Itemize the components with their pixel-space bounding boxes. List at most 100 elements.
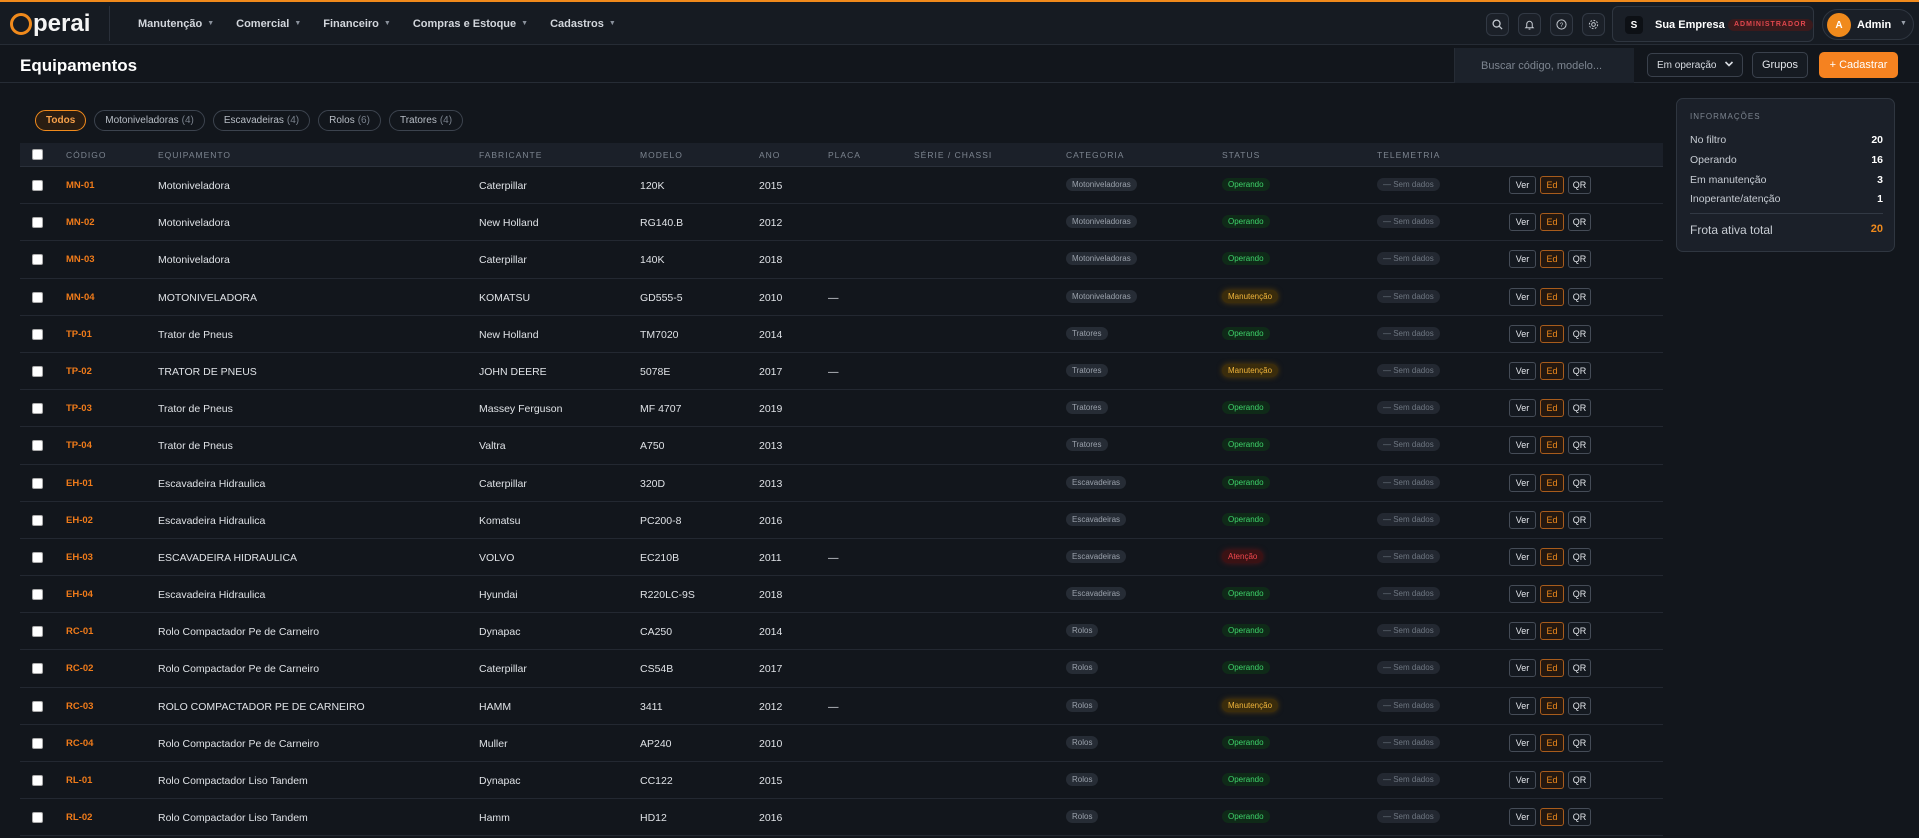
edit-button[interactable]: Ed [1540, 213, 1564, 232]
add-equipment-button[interactable]: + Cadastrar [1819, 52, 1898, 78]
row-checkbox[interactable] [32, 217, 43, 229]
qr-button[interactable]: QR [1568, 436, 1591, 455]
table-row[interactable]: RL-01 Rolo Compactador Liso Tandem Dynapac… [20, 762, 1663, 800]
qr-button[interactable]: QR [1568, 659, 1591, 678]
view-button[interactable]: Ver [1509, 176, 1536, 194]
filter-chip-escavadeiras[interactable]: Escavadeiras (4) [212, 110, 311, 131]
edit-button[interactable]: Ed [1540, 324, 1564, 343]
column-header-serie-chassi[interactable]: SÉRIE / CHASSI [914, 150, 992, 160]
column-header-placa[interactable]: PLACA [828, 150, 861, 160]
filter-chip-todos[interactable]: Todos [35, 110, 87, 131]
view-button[interactable]: Ver [1509, 771, 1536, 789]
view-button[interactable]: Ver [1509, 436, 1536, 455]
status-filter-select[interactable]: Em operação [1647, 53, 1743, 77]
table-row[interactable]: RL-02 Rolo Compactador Liso Tandem Hamm HD1… [20, 799, 1663, 837]
edit-button[interactable]: Ed [1540, 585, 1564, 604]
table-row[interactable]: TP-01 Trator de Pneus New Holland TM7020 201… [20, 316, 1663, 353]
edit-button[interactable]: Ed [1540, 399, 1564, 418]
row-checkbox[interactable] [32, 514, 43, 526]
qr-button[interactable]: QR [1568, 733, 1591, 752]
column-header-modelo[interactable]: MODELO [640, 150, 683, 160]
qr-button[interactable]: QR [1568, 473, 1591, 492]
edit-button[interactable]: Ed [1540, 808, 1564, 827]
menu-manutencao[interactable]: Manutenção ▼ [138, 18, 214, 30]
column-header-codigo[interactable]: CÓDIGO [66, 150, 106, 160]
groups-button[interactable]: Grupos [1752, 52, 1808, 78]
equipment-code[interactable]: EH-04 [66, 589, 93, 600]
filter-chip-rolos[interactable]: Rolos (6) [318, 110, 381, 131]
settings-button[interactable] [1582, 13, 1605, 36]
row-checkbox[interactable] [32, 403, 43, 415]
table-row[interactable]: MN-04 MOTONIVELADORA KOMATSU GD555-5 2010 — Mo… [20, 279, 1663, 316]
row-checkbox[interactable] [32, 626, 43, 638]
edit-button[interactable]: Ed [1540, 622, 1564, 641]
equipment-code[interactable]: MN-04 [66, 292, 95, 303]
table-row[interactable]: MN-02 Motoniveladora New Holland RG140.B 201… [20, 204, 1663, 242]
qr-button[interactable]: QR [1568, 510, 1591, 529]
view-button[interactable]: Ver [1509, 659, 1536, 678]
view-button[interactable]: Ver [1509, 696, 1536, 715]
view-button[interactable]: Ver [1509, 399, 1536, 418]
equipment-code[interactable]: TP-02 [66, 366, 92, 377]
qr-button[interactable]: QR [1568, 250, 1591, 269]
row-checkbox[interactable] [32, 440, 43, 452]
edit-button[interactable]: Ed [1540, 771, 1564, 789]
qr-button[interactable]: QR [1568, 547, 1591, 566]
row-checkbox[interactable] [32, 812, 43, 824]
view-button[interactable]: Ver [1509, 213, 1536, 232]
edit-button[interactable]: Ed [1540, 547, 1564, 566]
edit-button[interactable]: Ed [1540, 696, 1564, 715]
filter-chip-motoniveladoras[interactable]: Motoniveladoras (4) [94, 110, 205, 131]
notifications-button[interactable] [1518, 13, 1541, 36]
view-button[interactable]: Ver [1509, 361, 1536, 380]
equipment-code[interactable]: RC-04 [66, 738, 93, 749]
qr-button[interactable]: QR [1568, 771, 1591, 789]
equipment-code[interactable]: EH-03 [66, 552, 93, 563]
table-row[interactable]: TP-03 Trator de Pneus Massey Ferguson MF 47… [20, 390, 1663, 428]
table-row[interactable]: RC-04 Rolo Compactador Pe de Carneiro Mull… [20, 725, 1663, 762]
column-header-equipamento[interactable]: EQUIPAMENTO [158, 150, 231, 160]
table-row[interactable]: MN-03 Motoniveladora Caterpillar 140K 2018 Mo… [20, 241, 1663, 279]
filter-chip-tratores[interactable]: Tratores (4) [388, 110, 464, 131]
row-checkbox[interactable] [32, 551, 43, 563]
equipment-code[interactable]: MN-03 [66, 254, 95, 265]
row-checkbox[interactable] [32, 589, 43, 601]
search-input[interactable] [1454, 48, 1634, 83]
equipment-code[interactable]: EH-01 [66, 478, 93, 489]
row-checkbox[interactable] [32, 663, 43, 675]
row-checkbox[interactable] [32, 291, 43, 303]
view-button[interactable]: Ver [1509, 733, 1536, 752]
edit-button[interactable]: Ed [1540, 250, 1564, 269]
menu-compras-estoque[interactable]: Compras e Estoque ▼ [413, 18, 528, 30]
help-button[interactable]: ? [1550, 13, 1573, 36]
equipment-code[interactable]: TP-01 [66, 329, 92, 340]
edit-button[interactable]: Ed [1540, 659, 1564, 678]
table-row[interactable]: EH-04 Escavadeira Hidraulica Hyundai R220LC… [20, 576, 1663, 614]
column-header-status[interactable]: STATUS [1222, 150, 1260, 160]
view-button[interactable]: Ver [1509, 473, 1536, 492]
edit-button[interactable]: Ed [1540, 733, 1564, 752]
table-row[interactable]: TP-02 TRATOR DE PNEUS JOHN DEERE 5078E 2017 —… [20, 353, 1663, 391]
row-checkbox[interactable] [32, 477, 43, 489]
table-row[interactable]: EH-02 Escavadeira Hidraulica Komatsu PC200-… [20, 502, 1663, 539]
edit-button[interactable]: Ed [1540, 176, 1564, 194]
select-all-checkbox[interactable] [32, 149, 43, 160]
menu-financeiro[interactable]: Financeiro ▼ [323, 18, 391, 30]
equipment-code[interactable]: RC-01 [66, 626, 93, 637]
column-header-telemetria[interactable]: TELEMETRIA [1377, 150, 1440, 160]
equipment-code[interactable]: EH-02 [66, 515, 93, 526]
equipment-code[interactable]: RL-02 [66, 812, 92, 823]
column-header-ano[interactable]: ANO [759, 150, 780, 160]
qr-button[interactable]: QR [1568, 585, 1591, 604]
qr-button[interactable]: QR [1568, 324, 1591, 343]
view-button[interactable]: Ver [1509, 324, 1536, 343]
equipment-code[interactable]: MN-01 [66, 180, 95, 191]
row-checkbox[interactable] [32, 365, 43, 377]
equipment-code[interactable]: TP-04 [66, 440, 92, 451]
edit-button[interactable]: Ed [1540, 287, 1564, 306]
equipment-code[interactable]: TP-03 [66, 403, 92, 414]
qr-button[interactable]: QR [1568, 808, 1591, 827]
qr-button[interactable]: QR [1568, 287, 1591, 306]
column-header-categoria[interactable]: CATEGORIA [1066, 150, 1124, 160]
view-button[interactable]: Ver [1509, 808, 1536, 827]
